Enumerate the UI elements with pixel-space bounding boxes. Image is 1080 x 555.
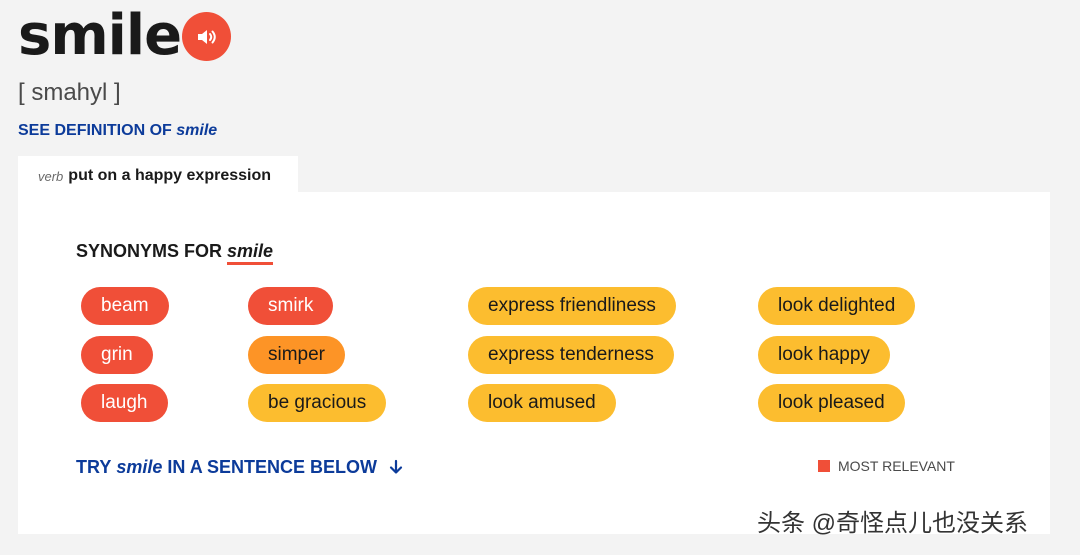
sense-label: put on a happy expression xyxy=(68,167,271,184)
synonym-pill-express-tenderness[interactable]: express tenderness xyxy=(468,336,674,374)
synonym-pill-look-amused[interactable]: look amused xyxy=(468,384,616,422)
synonyms-heading: SYNONYMS FOR smile xyxy=(76,240,274,265)
try-suffix: IN A SENTENCE BELOW xyxy=(167,457,378,477)
relevance-legend: MOST RELEVANT xyxy=(818,457,955,475)
synonym-pill-look-pleased[interactable]: look pleased xyxy=(758,384,905,422)
synonym-pill-grin[interactable]: grin xyxy=(81,336,153,374)
synonyms-heading-word: smile xyxy=(227,241,274,265)
see-definition-link[interactable]: SEE DEFINITION OF smile xyxy=(18,121,217,141)
legend-swatch xyxy=(818,460,830,472)
pronunciation: [ smahyl ] xyxy=(18,79,121,106)
synonym-pill-express-friendliness[interactable]: express friendliness xyxy=(468,287,676,325)
headword: smile xyxy=(18,3,182,68)
synonym-pill-be-gracious[interactable]: be gracious xyxy=(248,384,387,422)
see-definition-prefix: SEE DEFINITION OF xyxy=(18,122,172,139)
try-in-sentence-link[interactable]: TRY smile IN A SENTENCE BELOW xyxy=(76,456,403,478)
try-prefix: TRY xyxy=(76,457,112,477)
pronunciation-audio-button[interactable] xyxy=(182,12,231,61)
part-of-speech: verb xyxy=(38,168,64,184)
legend-label: MOST RELEVANT xyxy=(838,458,955,474)
synonym-pill-look-delighted[interactable]: look delighted xyxy=(758,287,916,325)
watermark: 头条 @奇怪点儿也没关系 xyxy=(757,510,1029,537)
try-word: smile xyxy=(116,457,163,477)
synonyms-panel: SYNONYMS FOR smile beam grin laugh smirk sim… xyxy=(18,192,1050,534)
speaker-icon xyxy=(195,25,219,49)
synonyms-heading-prefix: SYNONYMS FOR xyxy=(76,241,223,261)
synonym-pill-look-happy[interactable]: look happy xyxy=(758,336,890,374)
synonym-pill-simper[interactable]: simper xyxy=(248,336,346,374)
see-definition-word: smile xyxy=(176,122,218,139)
synonym-pill-laugh[interactable]: laugh xyxy=(81,384,168,422)
sense-tab[interactable]: verb put on a happy expression xyxy=(18,156,298,196)
synonym-pill-beam[interactable]: beam xyxy=(81,287,169,325)
synonym-pill-smirk[interactable]: smirk xyxy=(248,287,334,325)
arrow-down-icon xyxy=(389,459,403,475)
